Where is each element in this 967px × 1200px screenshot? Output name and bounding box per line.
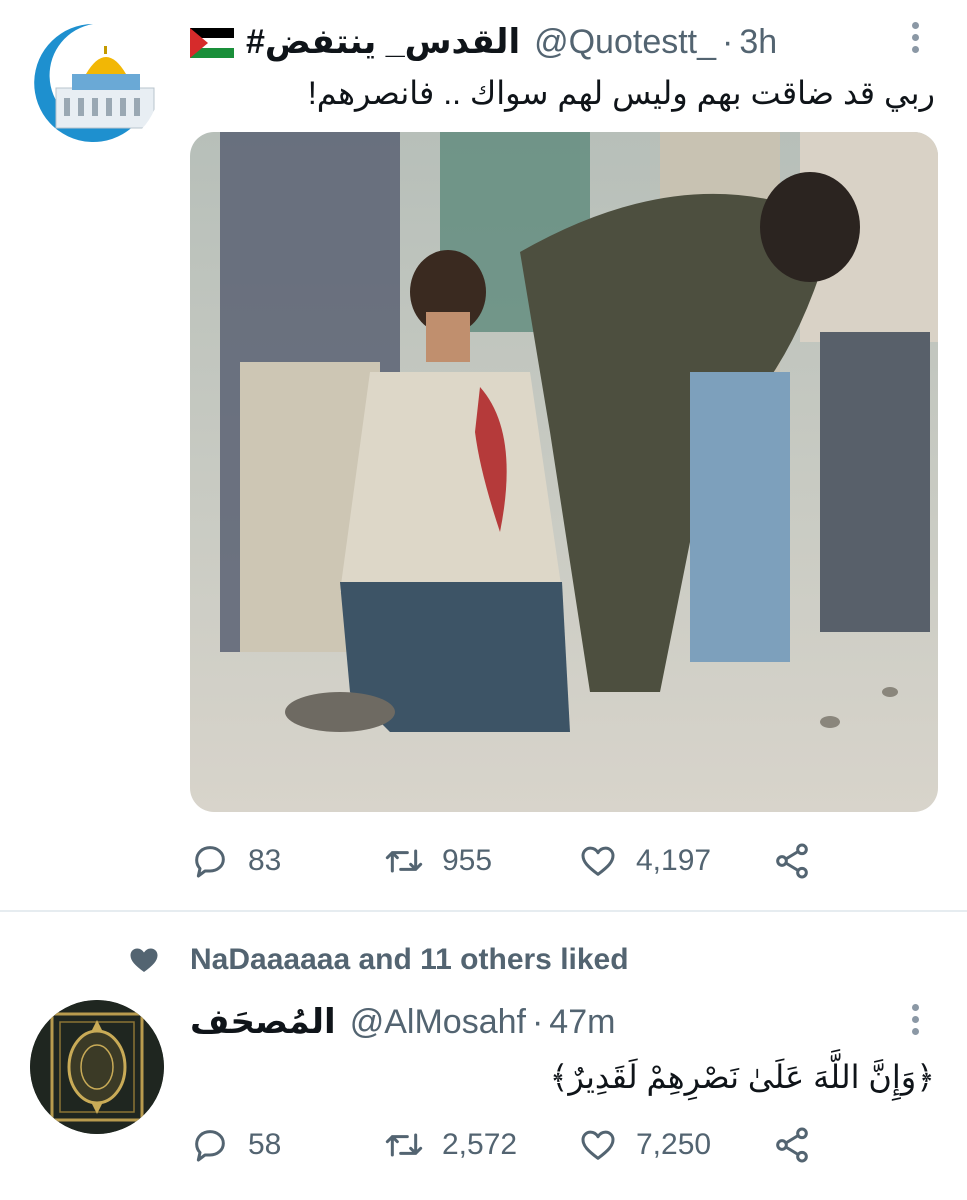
- like-button[interactable]: 4,197: [578, 836, 711, 886]
- separator-dot: ·: [722, 23, 734, 61]
- dome-of-the-rock-logo: [29, 19, 157, 147]
- like-button[interactable]: 7,250: [578, 1120, 711, 1170]
- tweet-header: القدس_ ينتفض# @Quotestt_ · 3h: [190, 22, 777, 62]
- tweet-text: ﴿وَإِنَّ اللَّهَ عَلَىٰ نَصْرِهِمْ لَقَد…: [549, 1059, 935, 1095]
- social-context: NaDaaaaaa and 11 others liked: [126, 942, 629, 978]
- photo-image: [190, 132, 938, 812]
- more-options-icon[interactable]: [912, 22, 920, 58]
- tweet-timestamp[interactable]: 47m: [549, 1002, 615, 1042]
- tweet-timestamp[interactable]: 3h: [739, 22, 777, 62]
- reply-icon: [195, 1130, 225, 1162]
- display-name[interactable]: القدس_ ينتفض#: [246, 22, 520, 62]
- reply-button[interactable]: 58: [190, 1120, 281, 1170]
- social-context-text[interactable]: NaDaaaaaa and 11 others liked: [190, 943, 629, 977]
- tweet-actions: 58 2,572 7,250: [190, 1120, 938, 1170]
- heart-icon: [581, 1130, 615, 1160]
- retweet-button[interactable]: 2,572: [384, 1120, 517, 1170]
- reply-count: 58: [248, 1128, 282, 1161]
- tweet-photo[interactable]: [190, 132, 938, 812]
- retweet-icon: [385, 1133, 423, 1157]
- like-count: 7,250: [636, 1128, 712, 1161]
- retweet-count: 2,572: [442, 1128, 518, 1161]
- retweet-count: 955: [442, 844, 493, 877]
- share-button[interactable]: [772, 1120, 812, 1170]
- reply-count: 83: [248, 844, 282, 877]
- tweet-2[interactable]: NaDaaaaaa and 11 others liked المُصحَف @…: [0, 912, 967, 1200]
- user-handle[interactable]: @Quotestt_: [534, 22, 716, 62]
- share-button[interactable]: [772, 836, 812, 886]
- retweet-button[interactable]: 955: [384, 836, 492, 886]
- tweet-text: ربي قد ضاقت بهم وليس لهم سواك .. فانصرهم…: [307, 75, 935, 111]
- retweet-icon: [385, 849, 423, 873]
- share-icon: [776, 1127, 808, 1163]
- quran-cover-logo: [30, 1000, 164, 1134]
- palestine-flag-icon: [190, 27, 234, 58]
- tweet-actions: 83 955 4,197: [190, 836, 938, 886]
- tweet-1[interactable]: القدس_ ينتفض# @Quotestt_ · 3h ربي قد ضاق…: [0, 0, 967, 910]
- reply-icon: [195, 846, 225, 878]
- heart-icon: [581, 846, 615, 876]
- heart-filled-icon: [130, 948, 158, 972]
- user-avatar[interactable]: [30, 1000, 164, 1134]
- display-name[interactable]: المُصحَف: [190, 1002, 336, 1042]
- user-handle[interactable]: @AlMosahf: [350, 1002, 526, 1042]
- reply-button[interactable]: 83: [190, 836, 281, 886]
- user-avatar[interactable]: [26, 16, 160, 150]
- tweet-header: المُصحَف @AlMosahf · 47m: [190, 1002, 615, 1042]
- separator-dot: ·: [531, 1003, 544, 1041]
- more-options-icon[interactable]: [912, 1004, 920, 1040]
- share-icon: [776, 843, 808, 879]
- like-count: 4,197: [636, 844, 712, 877]
